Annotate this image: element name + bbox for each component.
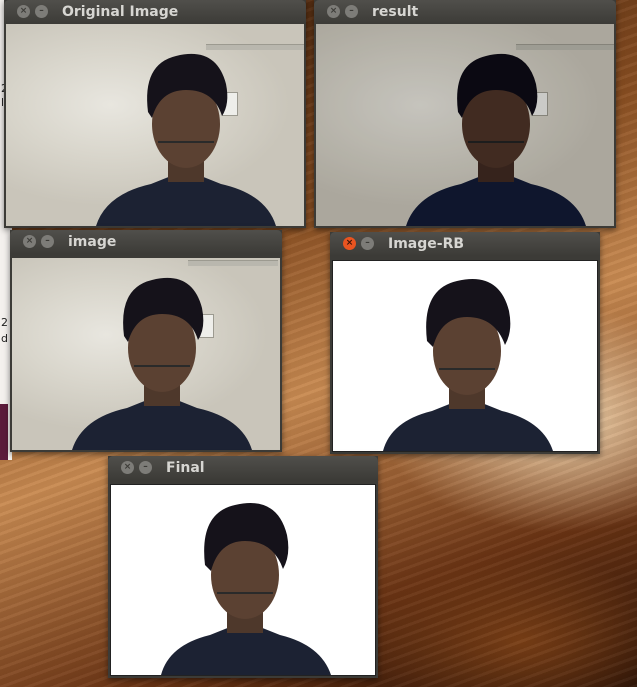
- window-titlebar[interactable]: × – result: [314, 0, 616, 24]
- close-icon[interactable]: ×: [23, 235, 36, 248]
- minimize-icon[interactable]: –: [35, 5, 48, 18]
- final-output-photo: [110, 484, 376, 676]
- close-icon[interactable]: ×: [121, 461, 134, 474]
- minimize-icon[interactable]: –: [361, 237, 374, 250]
- person-figure: [96, 53, 276, 226]
- close-icon[interactable]: ×: [343, 237, 356, 250]
- window-image-rb[interactable]: × – Image-RB: [330, 232, 600, 454]
- partial-text: 2: [1, 316, 8, 329]
- minimize-icon[interactable]: –: [139, 461, 152, 474]
- window-titlebar[interactable]: × – Final: [108, 456, 378, 480]
- close-icon[interactable]: ×: [17, 5, 30, 18]
- window-titlebar[interactable]: × – Original Image: [4, 0, 306, 24]
- minimize-icon[interactable]: –: [41, 235, 54, 248]
- person-figure: [406, 53, 586, 226]
- window-titlebar[interactable]: × – image: [10, 230, 282, 254]
- window-title: image: [68, 234, 117, 250]
- window-original-image[interactable]: × – Original Image: [4, 0, 306, 228]
- webcam-photo: [6, 24, 304, 226]
- window-titlebar[interactable]: × – Image-RB: [330, 232, 600, 256]
- person-figure: [383, 279, 553, 451]
- partial-text: d: [1, 332, 8, 345]
- webcam-photo: [316, 24, 614, 226]
- webcam-photo: [12, 258, 280, 450]
- window-title: Original Image: [62, 4, 179, 20]
- background-removed-photo: [332, 260, 598, 452]
- window-result[interactable]: × – result: [314, 0, 616, 228]
- window-title: result: [372, 4, 419, 20]
- minimize-icon[interactable]: –: [345, 5, 358, 18]
- window-final[interactable]: × – Final: [108, 456, 378, 678]
- window-title: Final: [166, 460, 205, 476]
- window-title: Image-RB: [388, 236, 465, 252]
- close-icon[interactable]: ×: [327, 5, 340, 18]
- person-figure: [72, 277, 252, 450]
- person-figure: [161, 503, 331, 675]
- background-window-edge: [0, 404, 8, 460]
- window-image[interactable]: × – image: [10, 230, 282, 452]
